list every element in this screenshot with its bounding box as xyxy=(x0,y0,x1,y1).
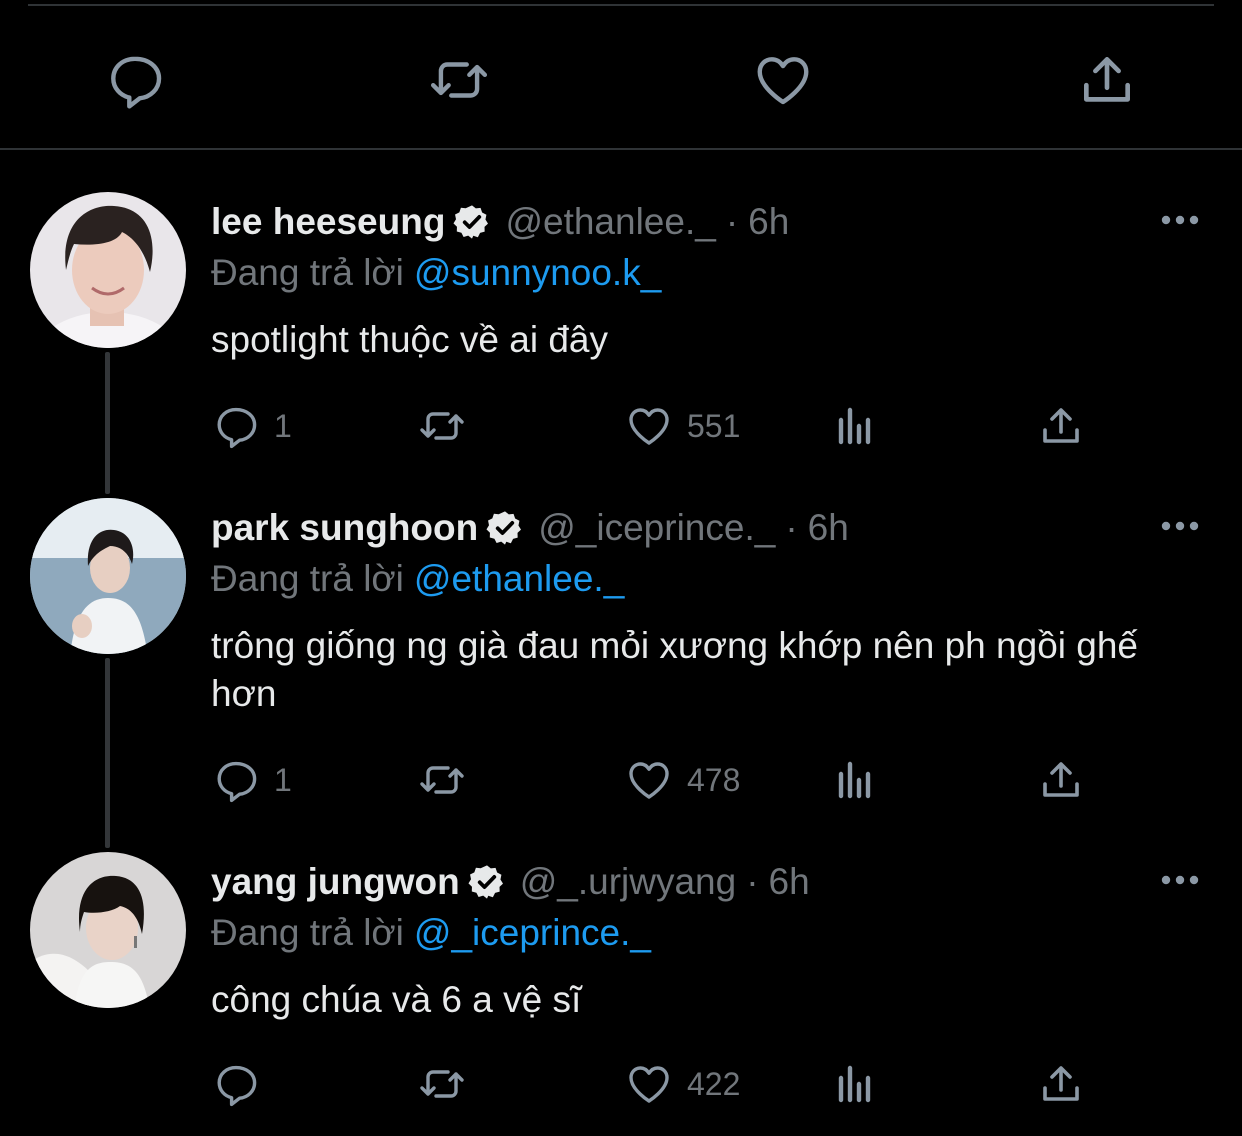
retweet-icon xyxy=(418,1060,466,1108)
like-count: 422 xyxy=(687,1065,741,1102)
heart-icon xyxy=(625,1060,673,1108)
display-name[interactable]: park sunghoon xyxy=(211,507,478,549)
replying-to-label: Đang trả lời xyxy=(211,558,404,599)
verified-icon xyxy=(453,203,491,241)
reply-button[interactable]: 1 xyxy=(212,400,292,452)
reply-button[interactable] xyxy=(95,40,175,120)
replying-to-link[interactable]: @sunnynoo.k_ xyxy=(414,252,661,293)
tweet-thread-screen: lee heeseung @ethanlee._ · 6h Đang trả l… xyxy=(0,0,1242,1136)
share-icon xyxy=(1037,402,1085,450)
replying-to: Đang trả lời @sunnynoo.k_ xyxy=(211,252,661,294)
retweet-icon xyxy=(418,402,466,450)
timestamp[interactable]: 6h xyxy=(748,201,789,243)
separator-dot: · xyxy=(785,507,798,548)
reply-count: 1 xyxy=(274,407,292,444)
reply-icon xyxy=(212,402,260,450)
reply-icon xyxy=(212,756,260,804)
heart-icon xyxy=(752,49,814,111)
retweet-icon xyxy=(428,49,490,111)
retweet-icon xyxy=(418,756,466,804)
replying-to-label: Đang trả lời xyxy=(211,252,404,293)
like-button[interactable]: 422 xyxy=(625,1058,740,1110)
reply-icon xyxy=(212,1060,260,1108)
replying-to: Đang trả lời @_iceprince._ xyxy=(211,912,651,954)
views-button[interactable] xyxy=(832,754,880,806)
analytics-icon xyxy=(832,1060,880,1108)
timestamp[interactable]: 6h xyxy=(808,507,849,549)
replying-to-label: Đang trả lời xyxy=(211,912,404,953)
analytics-icon xyxy=(832,756,880,804)
retweet-button[interactable] xyxy=(419,40,499,120)
replying-to-link[interactable]: @ethanlee._ xyxy=(414,558,624,599)
analytics-icon xyxy=(832,402,880,450)
user-handle[interactable]: @ethanlee._ xyxy=(505,201,715,243)
share-icon xyxy=(1037,1060,1085,1108)
replying-to-link[interactable]: @_iceprince._ xyxy=(414,912,651,953)
more-icon xyxy=(1160,214,1200,226)
views-button[interactable] xyxy=(832,400,880,452)
verified-icon xyxy=(486,509,524,547)
reply-button[interactable] xyxy=(212,1058,274,1110)
like-count: 551 xyxy=(687,407,741,444)
more-icon xyxy=(1160,520,1200,532)
share-button[interactable] xyxy=(1037,1058,1085,1110)
avatar[interactable] xyxy=(30,852,186,1008)
reply-icon xyxy=(104,49,166,111)
like-button[interactable]: 478 xyxy=(625,754,740,806)
views-button[interactable] xyxy=(832,1058,880,1110)
like-button[interactable]: 551 xyxy=(625,400,740,452)
tweet-actions: 1 478 xyxy=(0,754,1242,806)
share-icon xyxy=(1076,49,1138,111)
separator-dot: · xyxy=(725,201,739,242)
separator-dot: · xyxy=(746,861,759,902)
reply-count: 1 xyxy=(274,761,292,798)
like-button[interactable] xyxy=(743,40,823,120)
share-button[interactable] xyxy=(1037,754,1085,806)
share-button[interactable] xyxy=(1037,400,1085,452)
display-name[interactable]: lee heeseung xyxy=(211,201,445,243)
share-icon xyxy=(1037,756,1085,804)
heart-icon xyxy=(625,402,673,450)
timestamp[interactable]: 6h xyxy=(769,861,810,903)
tweet-text: trông giống ng già đau mỏi xương khớp nê… xyxy=(211,625,1139,714)
more-options-button[interactable] xyxy=(1154,862,1206,898)
retweet-button[interactable] xyxy=(418,754,480,806)
tweet-actions: 1 551 xyxy=(0,400,1242,452)
display-name[interactable]: yang jungwon xyxy=(211,861,460,903)
user-handle[interactable]: @_.urjwyang xyxy=(520,861,737,903)
user-handle[interactable]: @_iceprince._ xyxy=(538,507,775,549)
avatar[interactable] xyxy=(30,498,186,654)
share-button[interactable] xyxy=(1067,40,1147,120)
thread-connector xyxy=(105,658,110,848)
more-options-button[interactable] xyxy=(1154,508,1206,544)
reply-button[interactable]: 1 xyxy=(212,754,292,806)
retweet-button[interactable] xyxy=(418,1058,480,1110)
retweet-button[interactable] xyxy=(418,400,480,452)
tweet-header: park sunghoon @_iceprince._ · 6h xyxy=(211,506,849,550)
tweet-header: lee heeseung @ethanlee._ · 6h xyxy=(211,200,789,244)
more-options-button[interactable] xyxy=(1154,202,1206,238)
section-divider xyxy=(0,148,1242,150)
top-divider xyxy=(28,4,1214,6)
heart-icon xyxy=(625,756,673,804)
tweet-header: yang jungwon @_.urjwyang · 6h xyxy=(211,860,810,904)
verified-icon xyxy=(468,863,506,901)
tweet-text: công chúa và 6 a vệ sĩ xyxy=(211,979,582,1020)
main-tweet-actions xyxy=(0,40,1242,120)
more-icon xyxy=(1160,874,1200,886)
replying-to: Đang trả lời @ethanlee._ xyxy=(211,558,624,600)
tweet-text: spotlight thuộc về ai đây xyxy=(211,319,608,360)
like-count: 478 xyxy=(687,761,741,798)
tweet-actions: 422 xyxy=(0,1058,1242,1110)
avatar[interactable] xyxy=(30,192,186,348)
